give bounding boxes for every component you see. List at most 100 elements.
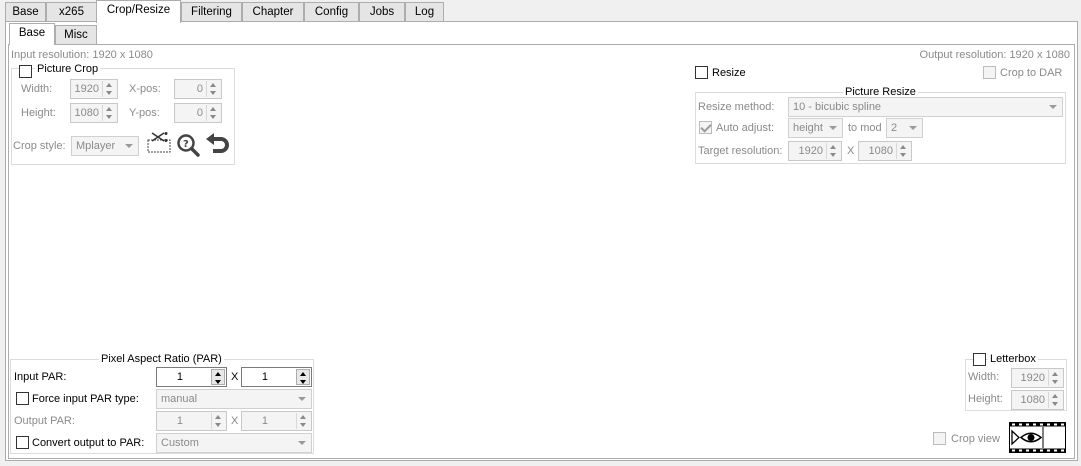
- par-title: Pixel Aspect Ratio (PAR): [99, 353, 224, 365]
- letterbox-width-spinbox[interactable]: 1920: [1011, 368, 1064, 388]
- spin-arrows-icon[interactable]: [896, 143, 910, 159]
- crop-style-combo[interactable]: Mplayer: [71, 136, 139, 156]
- target-width-value: 1920: [798, 145, 823, 157]
- spin-arrows-icon[interactable]: [206, 81, 220, 97]
- crop-xpos-spinbox[interactable]: 0: [174, 79, 222, 99]
- crop-height-value: 1080: [74, 107, 99, 119]
- output-par-den-spinbox[interactable]: 1: [241, 411, 312, 431]
- chevron-down-icon: [125, 144, 133, 148]
- crop-ypos-spinbox[interactable]: 0: [174, 103, 222, 123]
- tab-log[interactable]: Log: [405, 2, 444, 22]
- input-par-den-value: 1: [261, 371, 268, 383]
- input-par-den-spinbox[interactable]: 1: [241, 367, 312, 387]
- chevron-down-icon: [1049, 105, 1057, 109]
- par-group: Pixel Aspect Ratio (PAR) Input PAR: 1 X …: [10, 353, 314, 454]
- crop-height-spinbox[interactable]: 1080: [70, 103, 118, 123]
- picture-crop-title: Picture Crop: [35, 63, 101, 75]
- crop-ypos-value: 0: [196, 107, 203, 119]
- target-height-spinbox[interactable]: 1080: [858, 141, 912, 161]
- tab-config[interactable]: Config: [304, 2, 359, 22]
- auto-adjust-label: Auto adjust:: [716, 122, 775, 134]
- convert-par-checkbox[interactable]: [16, 436, 29, 449]
- spin-arrows-icon[interactable]: [826, 143, 840, 159]
- input-par-label: Input PAR:: [14, 371, 67, 383]
- spin-arrows-icon[interactable]: [296, 369, 310, 385]
- target-height-value: 1080: [868, 145, 893, 157]
- output-resolution: Output resolution: 1920 x 1080: [919, 49, 1070, 61]
- crop-view-label: Crop view: [951, 433, 1000, 445]
- tab-chapter[interactable]: Chapter: [242, 2, 304, 22]
- tab-crop-resize[interactable]: Crop/Resize: [96, 0, 181, 23]
- force-par-label: Force input PAR type:: [32, 393, 139, 405]
- subtab-base[interactable]: Base: [9, 23, 55, 45]
- resize-method-combo[interactable]: 10 - bicubic spline: [788, 97, 1063, 117]
- auto-adjust-checkbox[interactable]: [699, 121, 712, 134]
- chevron-down-icon: [829, 126, 837, 130]
- crop-xpos-label: X-pos:: [129, 83, 161, 95]
- chevron-down-icon: [298, 397, 306, 401]
- crop-scissors-icon[interactable]: [146, 132, 174, 154]
- convert-par-combo[interactable]: Custom: [156, 433, 312, 453]
- target-x-label: X: [847, 145, 855, 157]
- chevron-down-icon: [298, 441, 306, 445]
- letterbox-height-spinbox[interactable]: 1080: [1011, 390, 1064, 410]
- target-width-spinbox[interactable]: 1920: [788, 141, 842, 161]
- output-par-den-value: 1: [261, 415, 268, 427]
- crop-view-checkbox[interactable]: [933, 432, 946, 445]
- crop-ypos-label: Y-pos:: [129, 107, 160, 119]
- input-resolution: Input resolution: 1920 x 1080: [11, 49, 153, 61]
- crop-width-label: Width:: [21, 83, 53, 95]
- crop-width-spinbox[interactable]: 1920: [70, 79, 118, 99]
- undo-icon[interactable]: [205, 133, 231, 159]
- letterbox-width-value: 1920: [1020, 372, 1045, 384]
- letterbox-checkbox[interactable]: [973, 353, 986, 366]
- force-par-combo[interactable]: manual: [156, 389, 312, 409]
- output-par-num-spinbox[interactable]: 1: [156, 411, 227, 431]
- crop-to-dar-checkbox[interactable]: [983, 66, 996, 79]
- output-par-x-label: X: [231, 415, 239, 427]
- svg-text:?: ?: [183, 139, 189, 150]
- force-par-checkbox[interactable]: [16, 392, 29, 405]
- letterbox-height-label: Height:: [968, 393, 1003, 405]
- spin-arrows-icon[interactable]: [102, 105, 116, 121]
- letterbox-group: Letterbox Width: 1920 Height: 1080: [965, 353, 1067, 411]
- to-mod-label: to mod: [848, 122, 882, 134]
- auto-adjust-combo[interactable]: height: [788, 118, 843, 138]
- auto-adjust-value: height: [793, 122, 823, 134]
- crop-resize-panel: Base Misc Input resolution: 1920 x 1080 …: [5, 21, 1078, 461]
- input-par-num-value: 1: [176, 371, 183, 383]
- resize-method-value: 10 - bicubic spline: [793, 101, 882, 113]
- input-par-num-spinbox[interactable]: 1: [156, 367, 227, 387]
- letterbox-width-label: Width:: [968, 371, 1000, 383]
- magnifier-zoom-icon[interactable]: ?: [176, 133, 200, 157]
- spin-arrows-icon[interactable]: [211, 369, 225, 385]
- picture-resize-group: Picture Resize Resize method: 10 - bicub…: [695, 86, 1066, 164]
- tab-base[interactable]: Base: [5, 2, 46, 22]
- resize-method-label: Resize method:: [698, 101, 775, 113]
- force-par-value: manual: [161, 393, 198, 405]
- mod-combo[interactable]: 2: [886, 118, 923, 138]
- spin-arrows-icon[interactable]: [296, 413, 310, 429]
- tab-filtering[interactable]: Filtering: [181, 2, 242, 22]
- picture-crop-checkbox[interactable]: [19, 65, 32, 78]
- mod-value: 2: [891, 122, 898, 134]
- crop-width-value: 1920: [74, 83, 99, 95]
- film-preview-icon[interactable]: [1009, 422, 1066, 453]
- output-par-num-value: 1: [176, 415, 183, 427]
- subtab-misc[interactable]: Misc: [55, 25, 97, 45]
- tab-jobs[interactable]: Jobs: [359, 2, 405, 22]
- subtab-content: Input resolution: 1920 x 1080 Output res…: [8, 44, 1075, 459]
- resize-checkbox[interactable]: [695, 66, 708, 79]
- spin-arrows-icon[interactable]: [211, 413, 225, 429]
- convert-par-label: Convert output to PAR:: [32, 437, 145, 449]
- tab-x265[interactable]: x265: [46, 2, 97, 22]
- output-par-label: Output PAR:: [14, 415, 75, 427]
- spin-arrows-icon[interactable]: [1048, 392, 1062, 408]
- crop-to-dar-label: Crop to DAR: [1000, 67, 1063, 79]
- spin-arrows-icon[interactable]: [206, 105, 220, 121]
- input-par-x-label: X: [231, 371, 239, 383]
- crop-style-label: Crop style:: [13, 140, 66, 152]
- spin-arrows-icon[interactable]: [1048, 370, 1062, 386]
- convert-par-value: Custom: [161, 437, 199, 449]
- spin-arrows-icon[interactable]: [102, 81, 116, 97]
